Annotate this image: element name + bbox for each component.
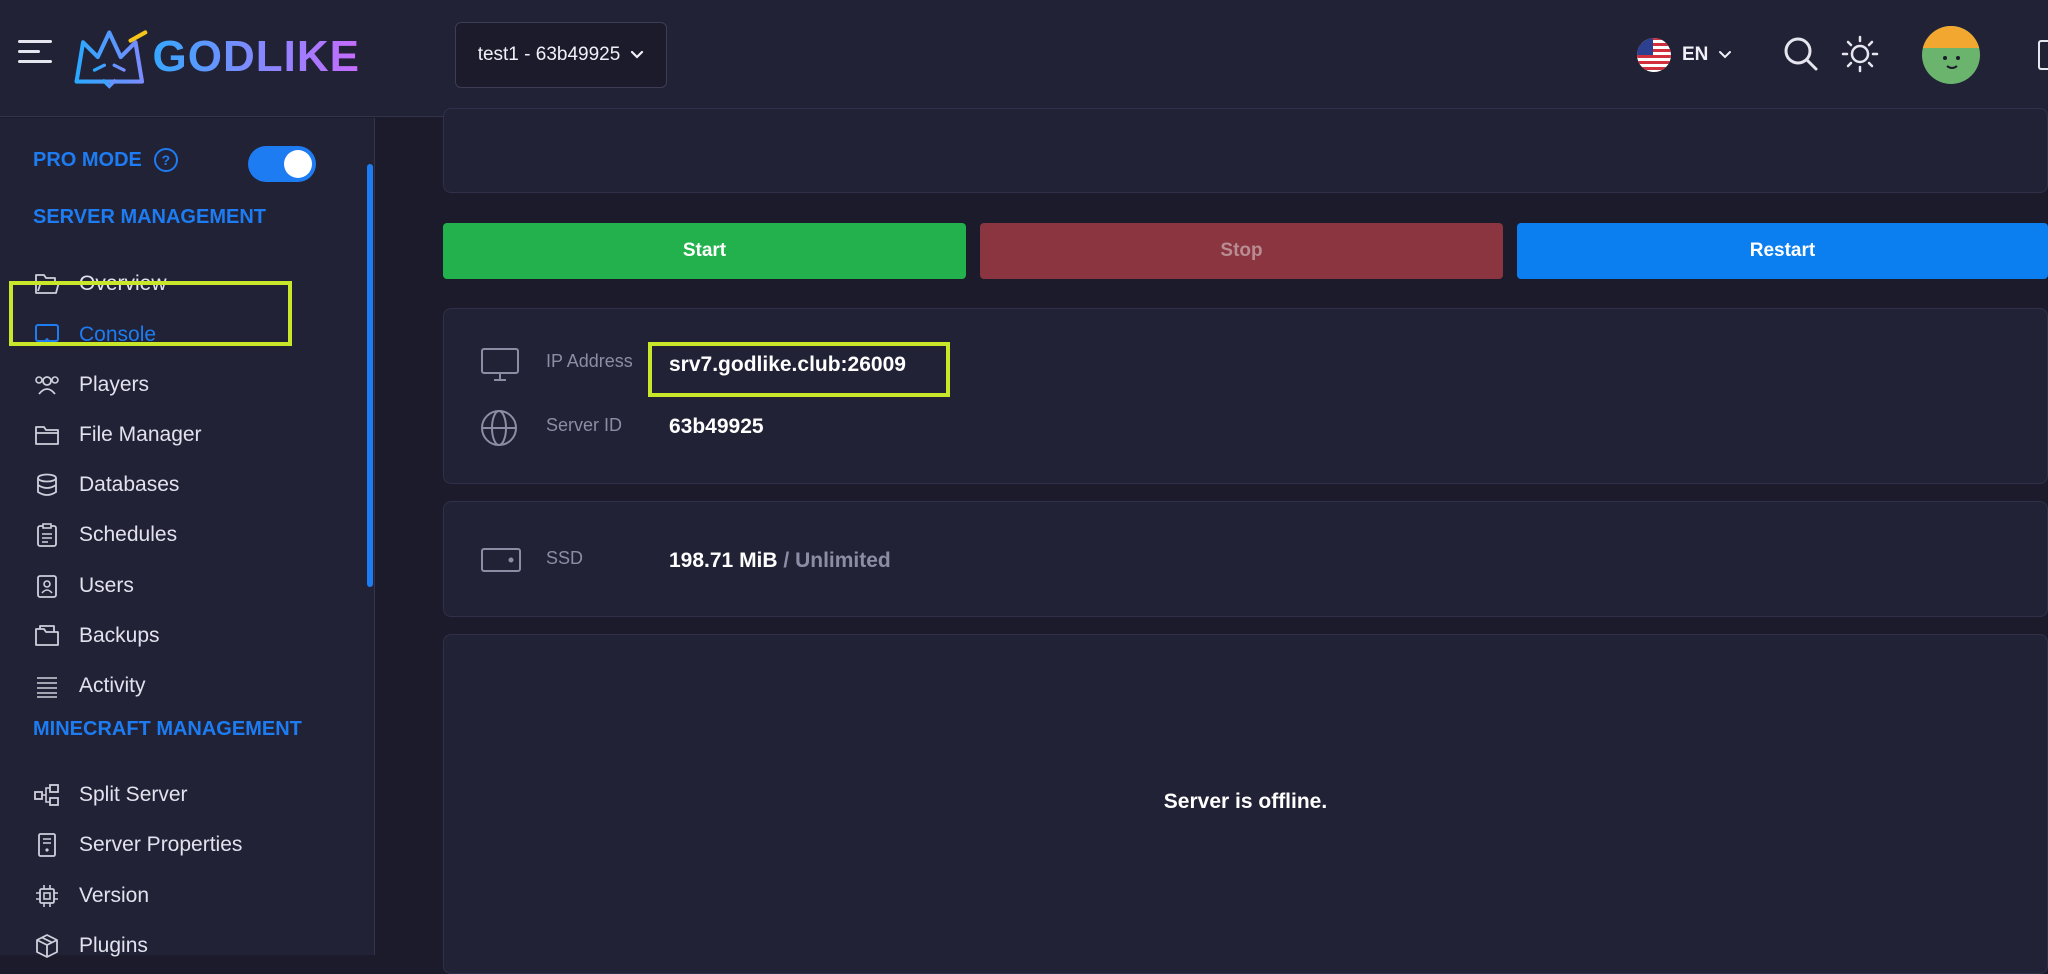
toggle-knob	[284, 150, 312, 178]
sidebar: PRO MODE ? SERVER MANAGEMENT Overview Co…	[0, 118, 375, 958]
sidebar-item-split-server[interactable]: Split Server	[33, 774, 333, 816]
us-flag-icon	[1637, 38, 1671, 72]
highlight-box-console	[9, 281, 292, 346]
language-selector[interactable]: EN	[1636, 34, 1732, 76]
sidebar-item-label: Server Properties	[79, 833, 243, 856]
restart-button[interactable]: Restart	[1517, 223, 2048, 279]
box-icon	[36, 934, 58, 958]
list-icon	[37, 677, 57, 698]
pro-mode: PRO MODE ?	[33, 148, 178, 172]
ssd-limit: Unlimited	[795, 549, 891, 572]
sidebar-item-activity[interactable]: Activity	[33, 665, 333, 707]
console-status-message: Server is offline.	[1163, 790, 1328, 813]
ssd-usage: 198.71 MiB / Unlimited	[669, 549, 891, 573]
ssd-used: 198.71 MiB	[669, 549, 778, 572]
logo-text: GODLIKE	[152, 32, 360, 81]
top-bar: GODLIKE test1 - 63b49925 EN	[0, 0, 2048, 117]
ssd-label: SSD	[546, 548, 584, 568]
console-card: Server is offline.	[443, 634, 2048, 974]
server-selector[interactable]: test1 - 63b49925	[455, 22, 667, 88]
pro-mode-label: PRO MODE	[33, 148, 142, 171]
clipboard-icon	[37, 523, 57, 547]
sidebar-item-label: Players	[79, 373, 150, 396]
sidebar-item-label: Users	[79, 574, 134, 597]
highlight-box-ip	[648, 342, 950, 397]
logout-icon[interactable]	[2038, 40, 2048, 70]
start-button[interactable]: Start	[443, 223, 966, 279]
players-icon	[35, 376, 59, 395]
database-icon	[37, 473, 57, 496]
user-badge-icon	[37, 575, 57, 598]
sidebar-item-version[interactable]: Version	[33, 875, 333, 917]
sidebar-item-label: Databases	[79, 473, 180, 496]
ip-address-label: IP Address	[546, 351, 633, 371]
language-label: EN	[1682, 44, 1709, 65]
properties-icon	[38, 833, 56, 857]
sidebar-item-backups[interactable]: Backups	[33, 615, 333, 657]
sidebar-scrollbar[interactable]	[367, 164, 373, 587]
avatar[interactable]	[1922, 26, 1980, 84]
sidebar-item-label: Activity	[79, 674, 146, 697]
sidebar-item-label: Backups	[79, 624, 160, 647]
sidebar-item-label: Split Server	[79, 783, 188, 806]
sidebar-item-schedules[interactable]: Schedules	[33, 514, 333, 556]
drive-icon	[481, 548, 521, 572]
chevron-down-icon	[631, 50, 644, 59]
sidebar-item-label: Version	[79, 884, 150, 907]
backups-icon	[35, 625, 59, 646]
sidebar-item-databases[interactable]: Databases	[33, 464, 333, 506]
fox-logo-icon	[74, 30, 148, 89]
help-icon[interactable]: ?	[153, 148, 178, 172]
sidebar-item-players[interactable]: Players	[33, 364, 333, 406]
chip-icon	[36, 885, 58, 907]
storage-card: SSD 198.71 MiB / Unlimited	[443, 501, 2048, 617]
menu-icon[interactable]	[18, 36, 54, 68]
server-selector-label: test1 - 63b49925	[477, 44, 621, 65]
sidebar-item-users[interactable]: Users	[33, 565, 333, 607]
pro-mode-toggle[interactable]	[248, 146, 316, 182]
sidebar-item-label: Schedules	[79, 523, 178, 546]
main-content: Start Stop Restart IP Address srv7.godli…	[376, 108, 2048, 974]
sidebar-item-file-manager[interactable]: File Manager	[33, 414, 333, 456]
avatar-face-icon	[1943, 56, 1960, 69]
sidebar-item-label: File Manager	[79, 423, 202, 446]
server-id-label: Server ID	[546, 415, 623, 435]
top-card	[443, 108, 2048, 193]
section-title-server-management: SERVER MANAGEMENT	[33, 206, 266, 228]
stop-button[interactable]: Stop	[980, 223, 1503, 279]
monitor-icon	[481, 348, 519, 381]
godlike-logo[interactable]: GODLIKE	[70, 12, 360, 102]
chevron-down-icon	[1719, 51, 1732, 59]
search-icon[interactable]	[1781, 34, 1821, 74]
server-id-value: 63b49925	[669, 415, 764, 438]
split-icon	[34, 784, 59, 806]
sidebar-item-plugins[interactable]: Plugins	[33, 925, 333, 967]
sun-icon[interactable]	[1840, 34, 1880, 74]
section-title-minecraft-management: MINECRAFT MANAGEMENT	[33, 718, 302, 740]
ssd-separator: /	[783, 549, 790, 572]
sidebar-item-label: Plugins	[79, 934, 148, 957]
server-info-card: IP Address srv7.godlike.club:26009 Serve…	[443, 308, 2048, 484]
globe-icon	[481, 410, 517, 446]
sidebar-item-server-properties[interactable]: Server Properties	[33, 824, 333, 866]
folder-icon	[35, 426, 59, 445]
